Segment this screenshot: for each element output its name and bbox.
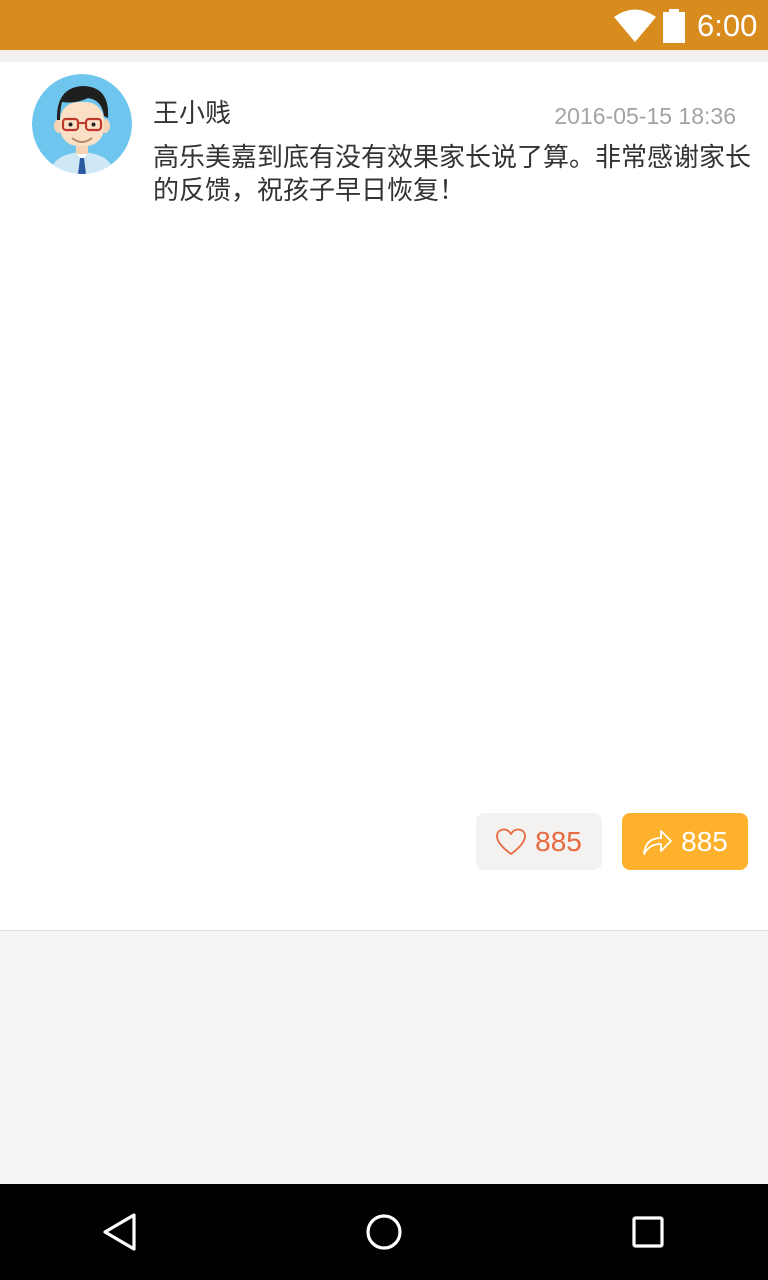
recents-icon[interactable] <box>624 1208 672 1256</box>
share-count: 885 <box>681 825 728 857</box>
post-card: 王小贱 2016-05-15 18:36 高乐美嘉到底有没有效果家长说了算。非常… <box>0 62 768 931</box>
heart-icon <box>496 828 527 855</box>
author-name[interactable]: 王小贱 <box>153 96 231 132</box>
share-icon <box>643 829 673 855</box>
battery-icon <box>663 9 685 43</box>
navigation-bar <box>0 1184 768 1280</box>
like-button[interactable]: 885 <box>476 813 602 870</box>
avatar-icon <box>32 74 132 174</box>
top-divider <box>0 50 768 62</box>
like-count: 885 <box>535 825 582 857</box>
post-timestamp: 2016-05-15 18:36 <box>554 103 736 129</box>
wifi-icon <box>614 9 656 42</box>
status-time: 6:00 <box>697 8 758 43</box>
avatar[interactable] <box>32 74 132 174</box>
back-icon[interactable] <box>96 1208 144 1256</box>
status-bar: 6:00 <box>0 0 768 50</box>
share-button[interactable]: 885 <box>622 813 748 870</box>
home-icon[interactable] <box>360 1208 408 1256</box>
post-content: 高乐美嘉到底有没有效果家长说了算。非常感谢家长的反馈，祝孩子早日恢复！ <box>153 143 752 206</box>
